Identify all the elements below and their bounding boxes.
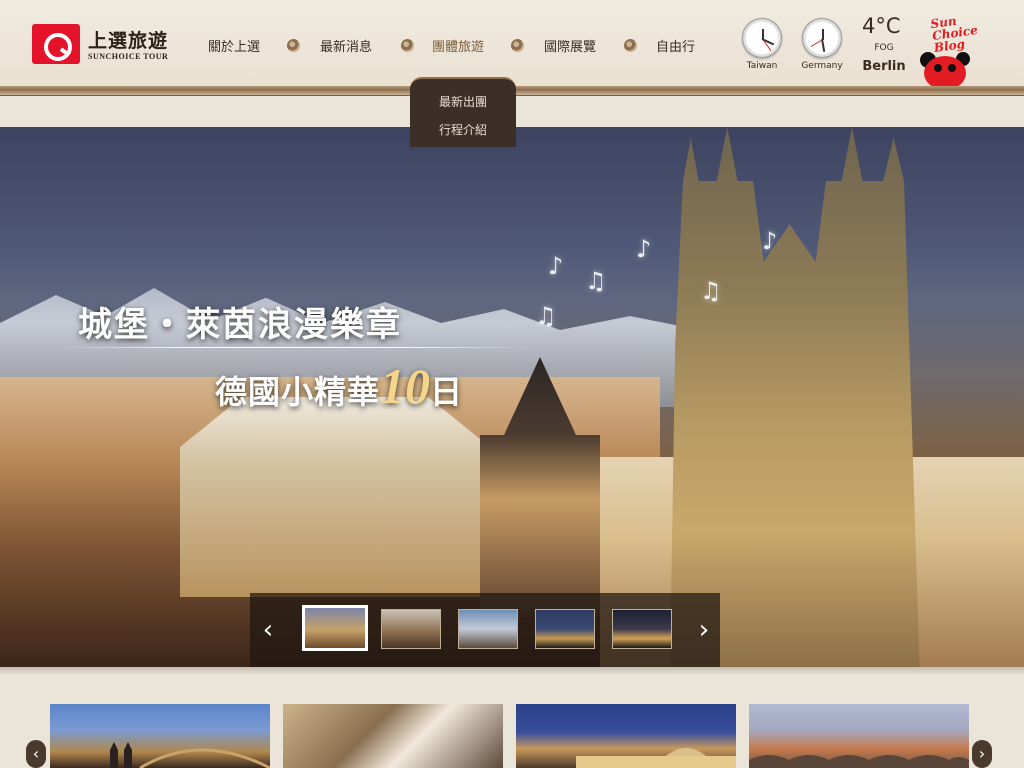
destination-card-2[interactable] [283,704,503,768]
destination-card-4[interactable] [749,704,969,768]
dropdown-item-itinerary[interactable]: 行程介紹 [410,121,516,138]
dropdown-item-latest-departures[interactable]: 最新出團 [410,93,516,110]
group-tour-dropdown: 最新出團 行程介紹 [410,77,516,147]
baroque-palace [180,397,490,597]
cards-prev-icon[interactable]: ‹ [26,740,46,768]
blog-logo-text: Sun Choice Blog [929,13,979,55]
nav-separator-icon [401,39,414,52]
taiwan-clock-icon [742,18,782,58]
chevron-left-icon[interactable]: ‹ [260,617,276,643]
hero-subtitle-number: 10 [380,358,431,414]
stone-bridge-icon [749,755,969,768]
nav-separator-icon [287,39,300,52]
hero-title: 城堡・萊茵浪漫樂章 [78,305,402,345]
germany-clock-icon [802,18,842,58]
hero-subtitle-prefix: 德國小精華 [215,373,381,411]
nav-item-news[interactable]: 最新消息 [320,36,372,55]
music-note-icon: ♪ [762,227,778,255]
clock-label-germany: Germany [801,61,843,71]
nav-item-about[interactable]: 關於上選 [208,36,260,55]
logo-mark-icon [32,24,80,64]
music-note-icon: ♪ [636,235,652,263]
thumbnail-1[interactable] [302,605,368,651]
nav-item-free-travel[interactable]: 自由行 [656,36,695,55]
music-note-icon: ♫ [585,267,607,295]
nav-item-exhibition[interactable]: 國際展覽 [544,36,596,55]
chevron-right-icon[interactable]: › [696,617,712,643]
thumbnail-5[interactable] [612,609,672,649]
destination-card-3[interactable] [516,704,736,768]
thumbnail-strip: ‹ › [250,593,720,667]
thumbnail-3[interactable] [458,609,518,649]
weather-condition: FOG [874,43,894,53]
weather-temperature: 4°C [862,14,901,38]
nav-separator-icon [511,39,524,52]
cathedral-bridge-icon [110,742,270,768]
site-logo[interactable]: 上選旅遊 SUNCHOICE TOUR [32,24,168,66]
logo-subtitle: SUNCHOICE TOUR [88,52,169,61]
nav-item-group-tour[interactable]: 團體旅遊 [432,36,484,55]
logo-title: 上選旅遊 [88,30,169,52]
hero-subtitle-suffix: 日 [430,373,464,411]
music-note-icon: ♫ [535,302,557,330]
thumbnail-4[interactable] [535,609,595,649]
thumbnail-2[interactable] [381,609,441,649]
blog-link[interactable]: Sun Choice Blog [920,12,1000,90]
hero-divider [60,347,530,348]
music-note-icon: ♫ [700,277,722,305]
clock-label-taiwan: Taiwan [746,61,778,71]
weather-city: Berlin [862,59,906,74]
nav-separator-icon [624,39,637,52]
music-note-icon: ♪ [548,252,564,280]
hero-shadow [0,667,1024,675]
dome-building-icon [576,748,736,768]
hero-banner[interactable]: ♪ ♫ ♪ ♫ ♪ ♫ 城堡・萊茵浪漫樂章 德國小精華10日 ‹ › [0,127,1024,667]
bear-mascot-icon [924,56,966,90]
cards-next-icon[interactable]: › [972,740,992,768]
destination-card-1[interactable] [50,704,270,768]
hero-subtitle: 德國小精華10日 [215,357,463,415]
